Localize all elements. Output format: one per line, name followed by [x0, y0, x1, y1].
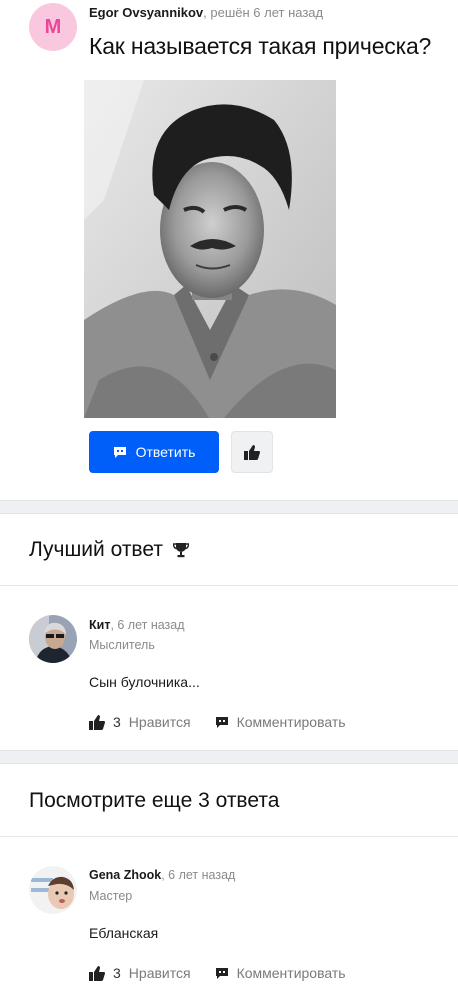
section-divider — [0, 750, 458, 764]
answer-text: Сын булочника... — [89, 674, 200, 690]
answer-text: Ебланская — [89, 925, 159, 941]
avatar-letter: M — [44, 15, 62, 38]
thumbs-up-icon — [89, 714, 105, 730]
question-status: , решён 6 лет назад — [203, 5, 324, 20]
question-card: M Egor Ovsyannikov, решён 6 лет назад Ка… — [0, 0, 458, 500]
portrait-image — [84, 80, 336, 418]
answer-comment-button[interactable]: Комментировать — [215, 714, 346, 730]
question-author[interactable]: Egor Ovsyannikov — [89, 5, 203, 20]
divider — [0, 585, 458, 586]
answer-author-avatar[interactable] — [29, 615, 77, 663]
question-photo[interactable] — [84, 80, 336, 418]
like-label: Нравится — [128, 714, 191, 730]
answer-author-avatar[interactable] — [29, 866, 77, 914]
answer-meta: Кит, 6 лет назад — [89, 618, 185, 632]
avatar-photo — [29, 866, 77, 914]
like-label: Нравится — [128, 965, 191, 981]
answer-author[interactable]: Кит — [89, 618, 110, 632]
question-title: Как называется такая прическа? — [89, 33, 432, 59]
more-answers-heading-text: Посмотрите еще 3 ответа — [29, 789, 280, 812]
best-answer-heading-text: Лучший ответ — [29, 538, 163, 561]
thumbs-up-icon — [244, 444, 260, 460]
answer-time: , 6 лет назад — [161, 868, 236, 882]
answer-like-button[interactable]: 3 Нравится — [89, 714, 191, 730]
best-answer-heading: Лучший ответ — [29, 538, 189, 562]
comment-icon — [215, 716, 228, 728]
avatar-photo — [29, 615, 77, 663]
answer-author-rank: Мастер — [89, 889, 133, 903]
divider — [0, 836, 458, 837]
question-like-button[interactable] — [231, 431, 273, 473]
comment-icon — [215, 967, 228, 979]
more-answers-heading[interactable]: Посмотрите еще 3 ответа — [29, 789, 279, 813]
answer-button[interactable]: Ответить — [89, 431, 219, 473]
chat-icon — [113, 446, 126, 458]
answer-comment-button[interactable]: Комментировать — [215, 965, 346, 981]
author-avatar[interactable]: M — [29, 3, 77, 51]
answer-time: , 6 лет назад — [110, 618, 185, 632]
trophy-icon — [172, 543, 189, 558]
answer-author-rank: Мыслитель — [89, 638, 155, 652]
answer-actions: 3 Нравится Комментировать — [89, 714, 346, 730]
like-count: 3 — [113, 714, 121, 730]
question-meta: Egor Ovsyannikov, решён 6 лет назад — [89, 5, 323, 20]
answer-author[interactable]: Gena Zhook — [89, 868, 161, 882]
thumbs-up-icon — [89, 965, 105, 981]
answer-meta: Gena Zhook, 6 лет назад — [89, 868, 235, 882]
like-count: 3 — [113, 965, 121, 981]
section-divider — [0, 500, 458, 514]
answer-like-button[interactable]: 3 Нравится — [89, 965, 191, 981]
answer-actions: 3 Нравится Комментировать — [89, 965, 346, 981]
answer-button-label: Ответить — [135, 444, 196, 460]
comment-label: Комментировать — [236, 714, 346, 730]
comment-label: Комментировать — [236, 965, 346, 981]
